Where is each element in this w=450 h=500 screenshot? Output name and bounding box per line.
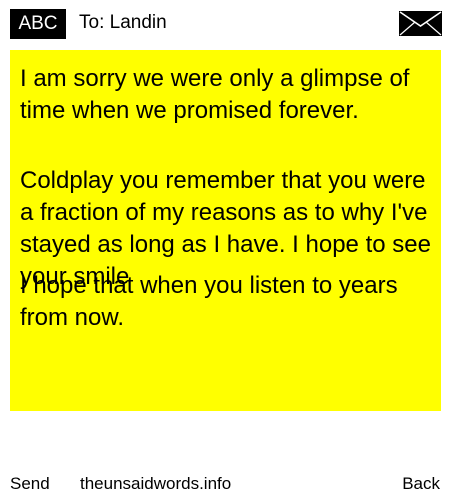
recipient-line: To: Landin (79, 12, 167, 33)
app-badge[interactable]: ABC (10, 9, 66, 39)
message-screen: ABC To: Landin I am sorry we were only a… (0, 0, 450, 500)
envelope-icon[interactable] (399, 11, 442, 36)
header-bar: ABC To: Landin (0, 0, 450, 44)
message-panel: I am sorry we were only a glimpse of tim… (10, 50, 441, 411)
back-button[interactable]: Back (402, 470, 440, 498)
message-paragraph-3: I hope that when you listen to years fro… (20, 272, 398, 331)
send-button[interactable]: Send (10, 470, 50, 498)
message-paragraph-1: I am sorry we were only a glimpse of tim… (20, 65, 410, 124)
footer-bar: Send theunsaidwords.info Back (0, 470, 450, 500)
site-link[interactable]: theunsaidwords.info (80, 470, 231, 498)
